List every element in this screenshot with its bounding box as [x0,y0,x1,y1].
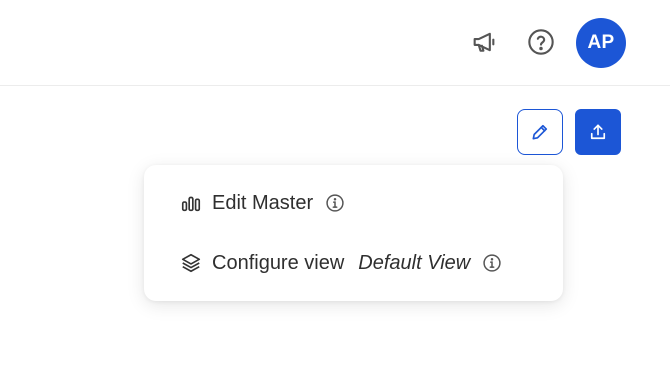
menu-item-label: Configure view [212,251,345,274]
menu-item-label: Edit Master [212,191,314,214]
dropdown-menu: Edit Master Configure view Default View [144,165,563,301]
export-button[interactable] [575,109,621,155]
menu-item-configure-view[interactable]: Configure view Default View [144,235,563,291]
layers-icon [180,252,202,274]
info-icon[interactable] [482,253,502,273]
question-circle-icon[interactable] [523,24,559,60]
upload-icon [588,122,608,142]
megaphone-icon[interactable] [466,24,502,60]
pencil-icon [530,122,550,142]
edit-button[interactable] [517,109,563,155]
info-icon[interactable] [325,193,345,213]
bar-chart-icon [180,192,202,214]
top-bar: AP [0,0,670,86]
avatar[interactable]: AP [576,18,626,68]
menu-item-edit-master[interactable]: Edit Master [144,175,563,231]
current-view-value: Default View [358,251,471,274]
avatar-initials: AP [587,32,615,53]
